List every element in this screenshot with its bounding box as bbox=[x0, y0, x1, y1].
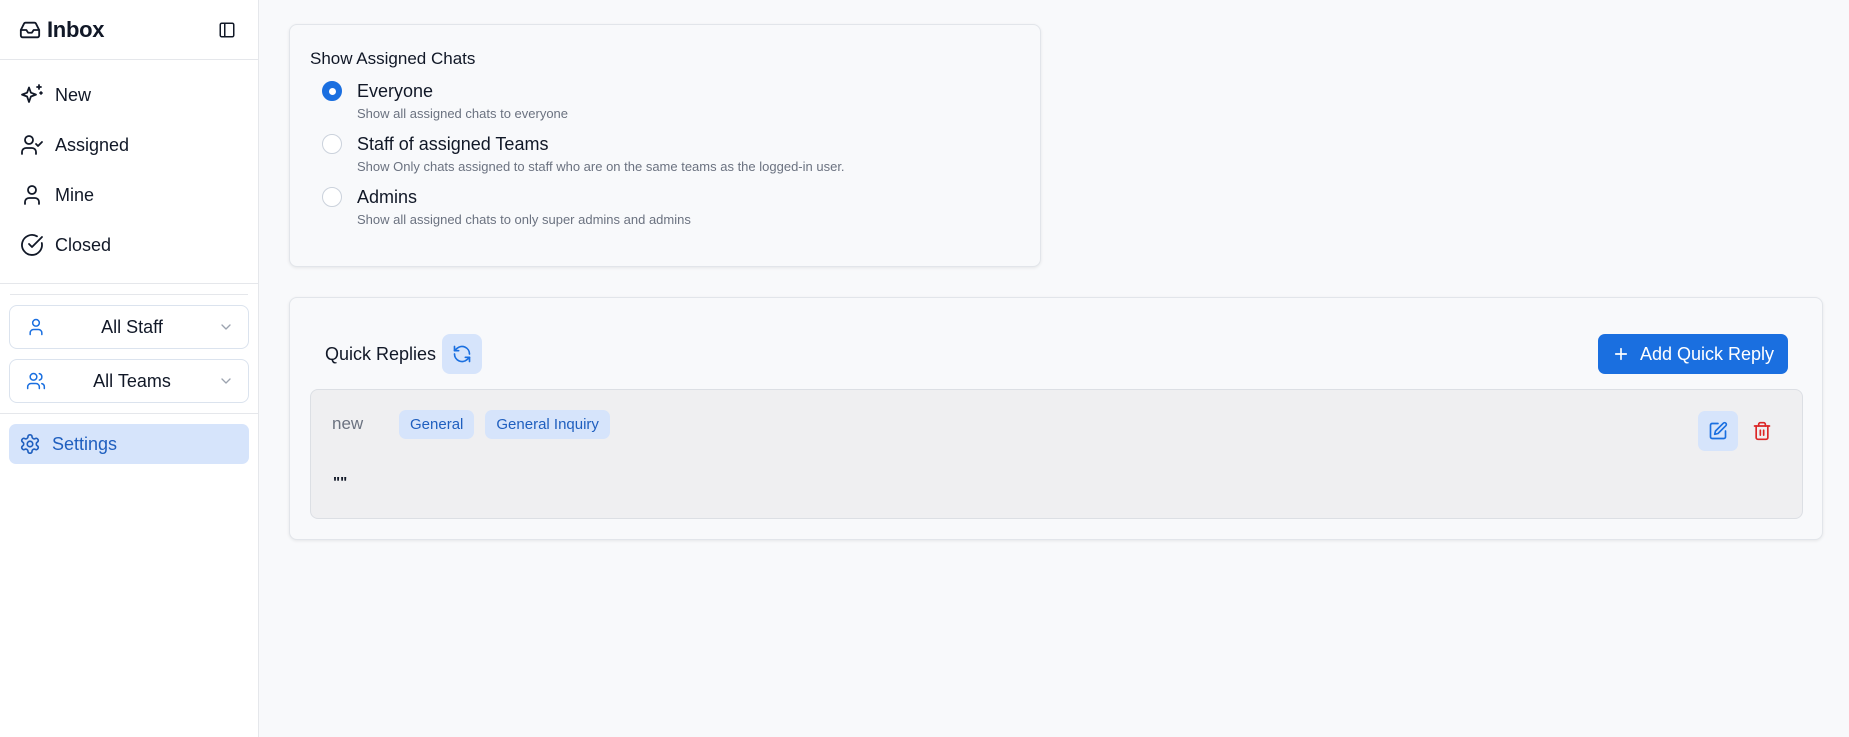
divider bbox=[0, 413, 258, 414]
refresh-button[interactable] bbox=[442, 334, 483, 374]
radio-description: Show all assigned chats to everyone bbox=[357, 106, 569, 121]
settings-label: Settings bbox=[52, 433, 118, 454]
edit-icon bbox=[1708, 421, 1728, 441]
nav-item-mine[interactable]: Mine bbox=[0, 170, 258, 220]
add-quick-reply-button[interactable]: Add Quick Reply bbox=[1597, 334, 1788, 374]
users-icon bbox=[26, 371, 46, 391]
user-icon bbox=[26, 317, 46, 337]
delete-button[interactable] bbox=[1742, 411, 1782, 451]
sidebar-toggle-icon[interactable] bbox=[218, 21, 236, 39]
quick-reply-item: new General General Inquiry "" bbox=[310, 389, 1803, 519]
refresh-icon bbox=[452, 344, 472, 364]
nav-item-label: New bbox=[55, 84, 92, 105]
sidebar: Inbox New Assigned Mine Closed All Staff… bbox=[0, 0, 259, 737]
quick-reply-name: new bbox=[332, 414, 364, 433]
assigned-chats-title: Show Assigned Chats bbox=[310, 49, 476, 68]
radio-button[interactable] bbox=[322, 187, 342, 207]
plus-icon bbox=[1612, 345, 1630, 363]
sidebar-header: Inbox bbox=[0, 0, 258, 60]
team-filter-label: All Teams bbox=[93, 370, 171, 391]
radio-label: Admins bbox=[357, 187, 418, 207]
radio-label: Staff of assigned Teams bbox=[357, 134, 549, 154]
radio-label: Everyone bbox=[357, 81, 434, 101]
assigned-chats-card: Show Assigned Chats Everyone Show all as… bbox=[289, 24, 1041, 267]
quick-reply-tags: General General Inquiry bbox=[399, 410, 610, 439]
user-icon bbox=[20, 183, 44, 207]
tag-badge: General bbox=[399, 410, 475, 439]
app: Inbox New Assigned Mine Closed All Staff… bbox=[0, 0, 1849, 737]
staff-filter-label: All Staff bbox=[101, 316, 163, 337]
nav-item-closed[interactable]: Closed bbox=[0, 220, 258, 270]
divider bbox=[10, 294, 248, 295]
add-quick-reply-label: Add Quick Reply bbox=[1639, 343, 1774, 364]
main-content: Show Assigned Chats Everyone Show all as… bbox=[259, 0, 1849, 737]
radio-description: Show all assigned chats to only super ad… bbox=[357, 212, 691, 227]
quick-replies-header: Quick Replies bbox=[325, 334, 483, 374]
nav-item-assigned[interactable]: Assigned bbox=[0, 120, 258, 170]
divider bbox=[0, 283, 258, 284]
radio-button[interactable] bbox=[322, 81, 342, 101]
edit-button[interactable] bbox=[1698, 411, 1738, 451]
sparkles-icon bbox=[20, 83, 44, 107]
staff-filter-select[interactable]: All Staff bbox=[9, 305, 249, 349]
tag-badge: General Inquiry bbox=[485, 410, 610, 439]
radio-button[interactable] bbox=[322, 134, 342, 154]
nav-item-new[interactable]: New bbox=[0, 70, 258, 120]
nav-item-label: Mine bbox=[55, 184, 95, 205]
inbox-icon bbox=[19, 19, 41, 41]
chevron-down-icon bbox=[218, 319, 234, 335]
quick-replies-title: Quick Replies bbox=[325, 343, 437, 364]
team-filter-select[interactable]: All Teams bbox=[9, 359, 249, 403]
app-title: Inbox bbox=[47, 16, 105, 42]
nav-item-label: Closed bbox=[55, 234, 112, 255]
gear-icon bbox=[19, 433, 41, 455]
quick-replies-card: Quick Replies Add Quick Reply new Genera… bbox=[289, 297, 1823, 540]
check-circle-icon bbox=[20, 233, 44, 257]
chevron-down-icon bbox=[218, 373, 234, 389]
quick-reply-body: "" bbox=[333, 474, 348, 491]
user-check-icon bbox=[20, 133, 44, 157]
radio-option-admins[interactable]: Admins Show all assigned chats to only s… bbox=[322, 185, 1020, 238]
trash-icon bbox=[1752, 421, 1772, 441]
nav-item-label: Assigned bbox=[55, 134, 130, 155]
radio-option-staff-teams[interactable]: Staff of assigned Teams Show Only chats … bbox=[322, 132, 1020, 185]
radio-option-everyone[interactable]: Everyone Show all assigned chats to ever… bbox=[322, 79, 1020, 132]
nav-item-settings[interactable]: Settings bbox=[9, 424, 249, 464]
sidebar-nav: New Assigned Mine Closed bbox=[0, 60, 258, 270]
brand: Inbox bbox=[19, 17, 104, 43]
radio-description: Show Only chats assigned to staff who ar… bbox=[357, 159, 845, 174]
